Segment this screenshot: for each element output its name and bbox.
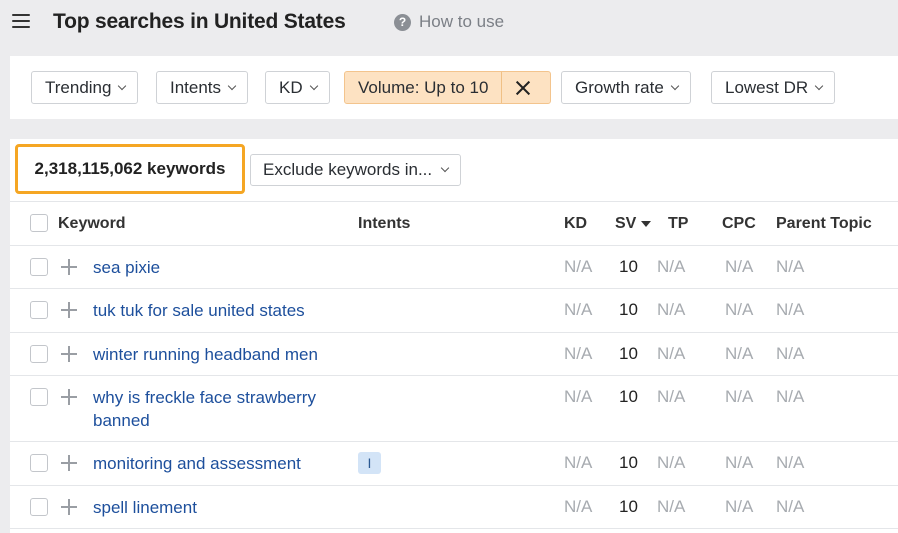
tp-value: N/A xyxy=(657,344,686,363)
tp-value: N/A xyxy=(657,257,686,276)
kd-value: N/A xyxy=(564,344,593,363)
how-to-use-label: How to use xyxy=(419,12,505,31)
volume-filter-button[interactable]: Volume: Up to 10 xyxy=(344,71,551,104)
keyword-link[interactable]: monitoring and assessment xyxy=(93,452,353,475)
row-checkbox[interactable] xyxy=(30,388,48,406)
chevron-down-icon xyxy=(227,81,237,90)
keyword-link[interactable]: spell linement xyxy=(93,496,353,519)
kd-value: N/A xyxy=(564,453,593,472)
trending-filter-label: Trending xyxy=(45,77,112,97)
tp-value: N/A xyxy=(657,387,686,406)
table-row: why is freckle face strawberry banned N/… xyxy=(10,376,898,442)
table-row: monitoring and assessment I N/A 10 N/A N… xyxy=(10,442,898,486)
growth-rate-filter-label: Growth rate xyxy=(575,77,664,97)
cpc-value: N/A xyxy=(725,453,754,472)
select-all-checkbox[interactable] xyxy=(30,214,48,232)
kd-column-header[interactable]: KD xyxy=(564,215,587,233)
chevron-down-icon xyxy=(118,81,127,90)
chevron-down-icon xyxy=(670,81,680,90)
kd-value: N/A xyxy=(564,257,593,276)
results-panel: 2,318,115,062 keywords Exclude keywords … xyxy=(10,139,898,533)
cpc-value: N/A xyxy=(725,344,754,363)
chevron-down-icon xyxy=(814,81,824,90)
cpc-value: N/A xyxy=(725,497,754,516)
add-to-list-icon[interactable] xyxy=(61,389,77,405)
intents-column-header[interactable]: Intents xyxy=(358,215,410,233)
table-row: tuk tuk for sale united states N/A 10 N/… xyxy=(10,289,898,333)
keyword-link[interactable]: winter running headband men xyxy=(93,343,353,366)
cpc-value: N/A xyxy=(725,300,754,319)
keyword-link[interactable]: why is freckle face strawberry banned xyxy=(93,386,348,432)
sv-value: 10 xyxy=(619,453,638,472)
sv-column-label: SV xyxy=(615,215,637,232)
exclude-keywords-button[interactable]: Exclude keywords in... xyxy=(250,154,462,186)
trending-filter-button[interactable]: Trending xyxy=(31,71,139,104)
kd-value: N/A xyxy=(564,387,593,406)
table-row: winter running headband men N/A 10 N/A N… xyxy=(10,333,898,376)
sv-value: 10 xyxy=(619,387,638,406)
kd-filter-label: KD xyxy=(279,77,303,97)
kd-value: N/A xyxy=(564,300,593,319)
sv-value: 10 xyxy=(619,497,638,516)
kd-value: N/A xyxy=(564,497,593,516)
tp-column-header[interactable]: TP xyxy=(668,215,688,233)
lowest-dr-filter-button[interactable]: Lowest DR xyxy=(711,71,836,104)
lowest-dr-filter-label: Lowest DR xyxy=(725,77,809,97)
table-row: spell linement N/A 10 N/A N/A N/A xyxy=(10,486,898,529)
help-icon: ? xyxy=(394,13,411,31)
parent-topic-value: N/A xyxy=(776,300,805,319)
intent-badge: I xyxy=(358,452,381,474)
top-bar: Top searches in United States ? How to u… xyxy=(0,0,898,46)
menu-icon[interactable] xyxy=(12,14,30,30)
sv-value: 10 xyxy=(619,300,638,319)
intents-filter-button[interactable]: Intents xyxy=(156,71,249,104)
row-checkbox[interactable] xyxy=(30,454,48,472)
add-to-list-icon[interactable] xyxy=(61,455,77,471)
keyword-count: 2,318,115,062 keywords xyxy=(15,144,245,194)
row-checkbox[interactable] xyxy=(30,258,48,276)
parent-topic-column-header[interactable]: Parent Topic xyxy=(776,215,872,233)
tp-value: N/A xyxy=(657,497,686,516)
sv-value: 10 xyxy=(619,257,638,276)
add-to-list-icon[interactable] xyxy=(61,302,77,318)
sort-desc-icon xyxy=(641,220,652,227)
exclude-keywords-label: Exclude keywords in... xyxy=(263,160,433,179)
intents-filter-label: Intents xyxy=(170,77,222,97)
add-to-list-icon[interactable] xyxy=(61,346,77,362)
filter-bar: Trending Intents KD Volume: Up to 10 Gro… xyxy=(10,56,898,119)
parent-topic-value: N/A xyxy=(776,453,805,472)
page-title: Top searches in United States xyxy=(53,10,346,33)
kd-filter-button[interactable]: KD xyxy=(265,71,330,104)
add-to-list-icon[interactable] xyxy=(61,259,77,275)
how-to-use-link[interactable]: ? How to use xyxy=(394,12,504,32)
parent-topic-value: N/A xyxy=(776,344,805,363)
volume-filter-label: Volume: Up to 10 xyxy=(358,77,489,97)
row-checkbox[interactable] xyxy=(30,498,48,516)
chevron-down-icon xyxy=(440,163,450,173)
table-row: sea pixie N/A 10 N/A N/A N/A xyxy=(10,246,898,289)
sv-value: 10 xyxy=(619,344,638,363)
tp-value: N/A xyxy=(657,453,686,472)
keyword-link[interactable]: sea pixie xyxy=(93,256,353,279)
parent-topic-value: N/A xyxy=(776,497,805,516)
row-checkbox[interactable] xyxy=(30,345,48,363)
tp-value: N/A xyxy=(657,300,686,319)
add-to-list-icon[interactable] xyxy=(61,499,77,515)
clear-volume-filter-button[interactable] xyxy=(501,72,543,103)
sv-column-header[interactable]: SV xyxy=(615,215,652,233)
keyword-link[interactable]: tuk tuk for sale united states xyxy=(93,299,353,322)
cpc-value: N/A xyxy=(725,387,754,406)
chevron-down-icon xyxy=(309,81,318,90)
parent-topic-value: N/A xyxy=(776,387,805,406)
cpc-column-header[interactable]: CPC xyxy=(722,215,756,233)
parent-topic-value: N/A xyxy=(776,257,805,276)
keyword-column-header[interactable]: Keyword xyxy=(58,215,126,233)
close-icon xyxy=(515,80,531,96)
row-checkbox[interactable] xyxy=(30,301,48,319)
table-header: Keyword Intents KD SV TP CPC Parent Topi… xyxy=(10,201,898,246)
cpc-value: N/A xyxy=(725,257,754,276)
growth-rate-filter-button[interactable]: Growth rate xyxy=(561,71,691,104)
